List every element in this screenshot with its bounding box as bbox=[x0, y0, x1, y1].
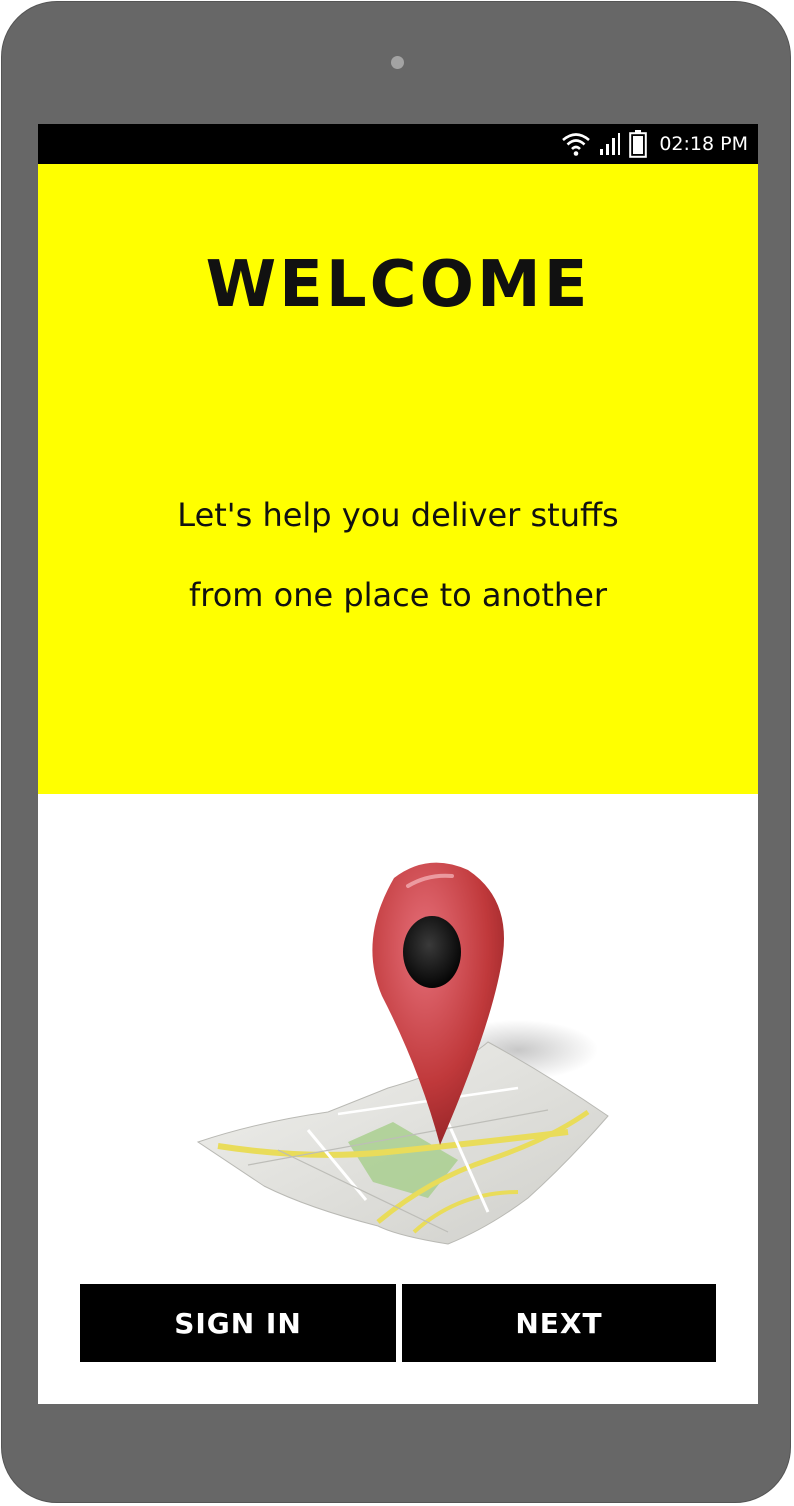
status-time: 02:18 PM bbox=[659, 133, 748, 155]
map-pin-illustration bbox=[196, 862, 609, 1245]
status-icons: 02:18 PM bbox=[561, 124, 748, 164]
signal-icon bbox=[600, 133, 621, 155]
app-screen: 02:18 PM WELCOME Let's help you deliver … bbox=[38, 124, 758, 1404]
next-button[interactable]: NEXT bbox=[402, 1284, 716, 1362]
welcome-hero: WELCOME Let's help you deliver stuffs fr… bbox=[38, 164, 758, 794]
wifi-icon bbox=[562, 133, 591, 156]
camera-dot bbox=[391, 56, 404, 69]
battery-icon bbox=[629, 130, 648, 158]
welcome-title: WELCOME bbox=[205, 248, 591, 322]
device-frame: 02:18 PM WELCOME Let's help you deliver … bbox=[1, 1, 791, 1503]
status-bar: 02:18 PM bbox=[38, 124, 758, 164]
tagline-line-2: from one place to another bbox=[188, 576, 608, 614]
sign-in-button[interactable]: SIGN IN bbox=[80, 1284, 396, 1362]
tagline-line-1: Let's help you deliver stuffs bbox=[177, 496, 619, 534]
